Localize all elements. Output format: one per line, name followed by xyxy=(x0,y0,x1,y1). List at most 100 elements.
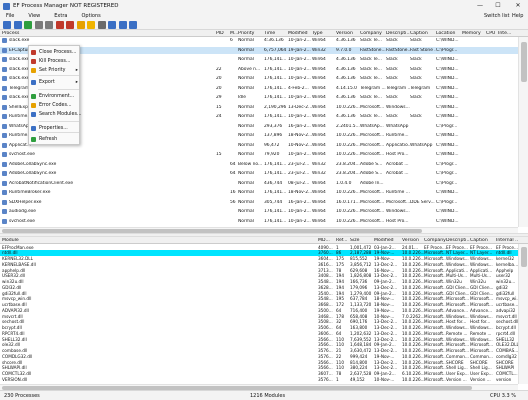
module-cell: 13-Dec-2... xyxy=(374,365,398,371)
col-header[interactable]: Inte... xyxy=(498,31,520,36)
col-header[interactable]: Process xyxy=(2,31,62,36)
priority-icon[interactable] xyxy=(76,21,85,29)
process-row[interactable]: audiodg.exe Normal 176,141... 10-Jan-2... Wi… xyxy=(0,208,518,216)
process-row[interactable]: AdobeCollabSync.exe 64 Below no... 176,141.… xyxy=(0,161,518,169)
minimize-button[interactable]: — xyxy=(472,0,488,12)
menu-file[interactable]: File xyxy=(6,13,14,19)
module-cell: 10.0.226... xyxy=(402,256,424,261)
process-cell: 56 xyxy=(230,199,236,205)
col-header[interactable]: Time xyxy=(264,31,288,36)
forward-icon[interactable] xyxy=(45,21,53,29)
context-menu-item[interactable]: Refresh xyxy=(29,135,80,144)
help-link[interactable]: Help xyxy=(512,12,523,20)
col-header[interactable]: Company xyxy=(360,31,386,36)
col-header[interactable]: Version xyxy=(336,31,360,36)
module-vscroll-thumb[interactable] xyxy=(521,247,527,267)
process-row[interactable]: SDXHelper.exe 56 Normal 305,744 16-Jan-2... W… xyxy=(0,199,518,207)
col-header[interactable]: Memory xyxy=(462,31,486,36)
properties-icon[interactable] xyxy=(108,21,116,29)
col-header[interactable]: CPU xyxy=(486,31,498,36)
col-header[interactable]: Type xyxy=(312,31,336,36)
col-header[interactable]: Location xyxy=(436,31,462,36)
menu-view[interactable]: View xyxy=(28,13,40,19)
module-grid-vscroll[interactable] xyxy=(518,244,528,384)
module-cell: 3713... xyxy=(318,267,333,273)
col-header[interactable]: Priority xyxy=(238,31,264,36)
app-window: EF Process Manager NOT REGISTERED — ☐ ✕ … xyxy=(0,0,528,400)
process-cell: 4.36.136 xyxy=(336,114,356,120)
menu-extra[interactable]: Extra xyxy=(54,13,67,19)
col-header[interactable]: Descripti... xyxy=(386,31,410,36)
window-icon[interactable] xyxy=(118,21,127,29)
process-cell: 176,141... xyxy=(264,171,287,177)
col-header[interactable]: Internal ... xyxy=(496,238,518,243)
col-header[interactable]: Module xyxy=(2,238,122,243)
col-header[interactable]: Ref... xyxy=(336,238,348,243)
process-cell: 4.36.136 xyxy=(336,95,356,101)
switch-list-link[interactable]: Switch list xyxy=(484,12,509,20)
process-icon xyxy=(2,95,7,101)
col-header[interactable]: Descripti... xyxy=(446,238,470,243)
warning-icon[interactable] xyxy=(87,21,95,29)
module-cell: 3566... xyxy=(318,336,333,342)
col-header[interactable]: Modified xyxy=(374,238,400,243)
back-icon[interactable] xyxy=(34,21,43,29)
context-menu-item[interactable]: Error Codes... xyxy=(29,101,80,110)
module-cell: 716,400 xyxy=(350,307,368,313)
module-cell: 10.0.226... xyxy=(402,250,424,256)
process-row[interactable]: slack.exe 6 Normal 4:36.136 10-Jan-2... Win64… xyxy=(0,37,518,45)
module-cell: 49,152 xyxy=(350,376,365,382)
col-header[interactable]: Caption xyxy=(410,31,436,36)
process-cell: C:\WIND... xyxy=(436,133,459,139)
context-menu-item[interactable]: Close Process... xyxy=(29,48,80,57)
col-header[interactable]: Version xyxy=(402,238,424,243)
context-menu-item[interactable]: Kill Process... xyxy=(29,57,80,66)
refresh-icon[interactable] xyxy=(24,21,32,29)
module-cell: Multi-Us... xyxy=(470,273,491,279)
module-cell: Microsoft... xyxy=(470,342,494,348)
process-row[interactable]: svchost.exe 15 Normal 79,920 10-Jan-2... Win6… xyxy=(0,151,518,159)
module-cell: Win32u xyxy=(446,279,462,284)
process-icon xyxy=(2,133,7,139)
settings-icon[interactable] xyxy=(97,21,106,29)
col-header[interactable]: Company xyxy=(424,238,446,243)
module-cell: 10.0.226... xyxy=(402,290,424,296)
context-menu-label: Set Priority xyxy=(39,67,66,73)
process-cell: Win64 xyxy=(312,133,326,139)
maximize-button[interactable]: ☐ xyxy=(490,0,506,12)
process-cell: Idle xyxy=(238,95,247,101)
tree-view-icon[interactable] xyxy=(13,21,22,29)
col-header[interactable]: MD... xyxy=(318,238,334,243)
columns-icon[interactable] xyxy=(129,21,137,29)
module-cell: GDI32.dll xyxy=(2,284,22,290)
module-cell: 10.0.226... xyxy=(402,359,424,365)
module-cell: SHCORE xyxy=(446,359,464,365)
col-header[interactable]: Modified xyxy=(288,31,312,36)
col-header[interactable]: M... xyxy=(230,31,238,36)
process-row[interactable]: AdobeCollabSync.exe 64 Normal 176,141... 23-… xyxy=(0,170,518,178)
process-row[interactable]: RuntimeBroker.exe 16 Normal 176,141... 18-No… xyxy=(0,189,518,197)
module-cell: Microsoft... xyxy=(446,342,470,348)
context-menu-item[interactable]: Environment... xyxy=(29,92,80,101)
process-row[interactable]: AcrobatNotificationClient.exe Normal 436,7… xyxy=(0,180,518,188)
context-menu-item[interactable]: Export ▸ xyxy=(29,78,80,87)
process-vscroll-thumb[interactable] xyxy=(521,42,527,82)
module-cell: SHCORE xyxy=(470,359,488,365)
context-menu-item[interactable]: Search Modules... xyxy=(29,110,82,119)
close-button[interactable]: ✕ xyxy=(510,0,526,12)
process-cell: 08-Jul-2... xyxy=(288,180,310,186)
process-cell: 20 xyxy=(216,85,222,91)
module-row[interactable]: VERSION.dll 3576... 1 49,152 10-Nov-... 10.0.… xyxy=(0,376,518,382)
menu-options[interactable]: Options xyxy=(81,13,100,19)
process-grid-vscroll[interactable] xyxy=(518,37,528,227)
process-cell: 18-Nov-2... xyxy=(288,133,312,139)
list-view-icon[interactable] xyxy=(3,21,11,29)
col-header[interactable]: Size xyxy=(350,238,372,243)
col-header[interactable]: Caption xyxy=(470,238,496,243)
col-header[interactable]: PID xyxy=(216,31,230,36)
stop-icon[interactable] xyxy=(55,21,64,29)
context-menu-item[interactable]: Set Priority ▸ xyxy=(29,66,80,75)
process-row[interactable]: svchost.exe Normal 176,141... 10-Jan-2... Wi… xyxy=(0,218,518,226)
process-cell: C:\WIND... xyxy=(436,152,459,158)
kill-icon[interactable] xyxy=(66,21,74,29)
